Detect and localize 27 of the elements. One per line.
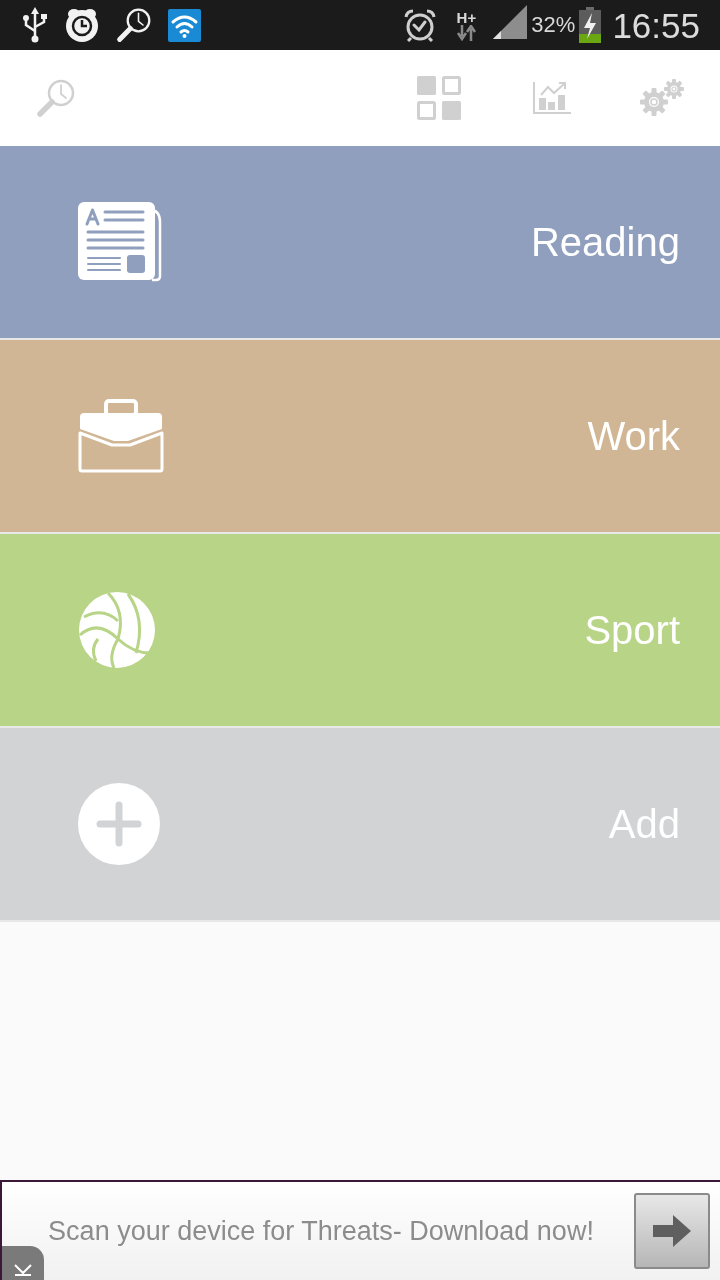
volleyball-icon (78, 591, 156, 669)
history-search-icon[interactable] (36, 78, 76, 118)
arrow-right-icon (653, 1215, 691, 1247)
briefcase-icon (78, 399, 164, 473)
wifi-icon (168, 8, 201, 42)
chevron-down-icon (14, 1264, 32, 1276)
grid-view-icon[interactable] (417, 76, 461, 120)
ad-text: Scan your device for Threats- Download now! (47, 1214, 595, 1248)
statistics-chart-icon[interactable] (533, 82, 571, 114)
usb-icon (22, 7, 48, 43)
signal-strength-icon (493, 5, 528, 39)
category-button[interactable]: Sport (0, 534, 720, 726)
settings-icon[interactable] (640, 79, 686, 117)
ad-go-button[interactable] (634, 1193, 710, 1269)
data-arrows-icon (455, 24, 478, 41)
category-button[interactable]: Reading (0, 146, 720, 338)
plus-icon (78, 783, 160, 865)
alarm-clock-icon (403, 8, 438, 42)
stopwatch-icon (64, 8, 100, 42)
search-clock-icon (116, 7, 152, 43)
battery-charging-icon (578, 7, 603, 43)
collapse-ad-button[interactable] (2, 1246, 44, 1280)
network-type: H+ (456, 9, 477, 25)
clock-time: 16:55 (612, 7, 700, 43)
category-button[interactable]: Work (0, 340, 720, 532)
newspaper-icon (78, 202, 162, 282)
battery-percent: 32% (531, 14, 576, 36)
